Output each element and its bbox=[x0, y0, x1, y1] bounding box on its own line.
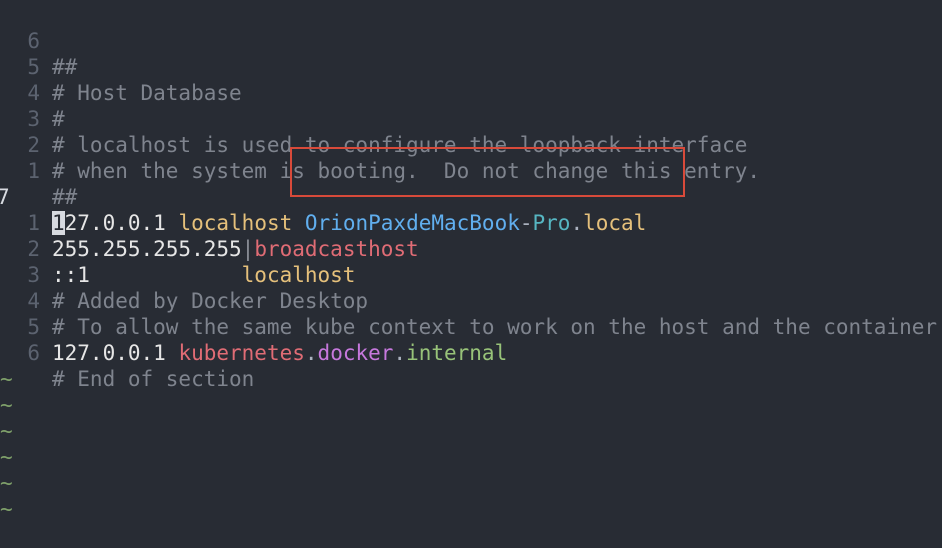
editor-line[interactable]: 3 # localhost is used to configure the l… bbox=[0, 80, 942, 157]
current-line[interactable]: 7 127.0.0.1 localhost OrionPaxdeMacBook-… bbox=[0, 158, 942, 235]
editor-line[interactable]: 4 # To allow the same kube context to wo… bbox=[0, 262, 942, 339]
empty-line-marker: ~ bbox=[0, 340, 942, 391]
text-editor[interactable]: 6 ## 5 # Host Database 4 # 3 # localhost… bbox=[0, 2, 942, 521]
editor-line[interactable]: 6 # End of section bbox=[0, 314, 942, 391]
editor-line[interactable]: 6 ## bbox=[0, 2, 942, 79]
editor-line[interactable]: 5 # Host Database bbox=[0, 28, 942, 105]
editor-line[interactable]: 5 127.0.0.1 kubernetes.docker.internal bbox=[0, 288, 942, 365]
empty-line-marker: ~ bbox=[0, 470, 942, 521]
empty-line-marker: ~ bbox=[0, 366, 942, 417]
empty-line-marker: ~ bbox=[0, 418, 942, 469]
empty-line-marker: ~ bbox=[0, 444, 942, 495]
editor-line[interactable]: 1 ## bbox=[0, 132, 942, 209]
tilde-marker: ~ bbox=[0, 497, 13, 521]
empty-line-marker: ~ bbox=[0, 392, 942, 443]
editor-line[interactable]: 4 # bbox=[0, 54, 942, 131]
editor-line[interactable]: 3 # Added by Docker Desktop bbox=[0, 236, 942, 313]
editor-line[interactable]: 2 ::1 localhost bbox=[0, 210, 942, 287]
editor-line[interactable]: 2 # when the system is booting. Do not c… bbox=[0, 106, 942, 183]
editor-line[interactable]: 1 255.255.255.255|broadcasthost bbox=[0, 184, 942, 261]
